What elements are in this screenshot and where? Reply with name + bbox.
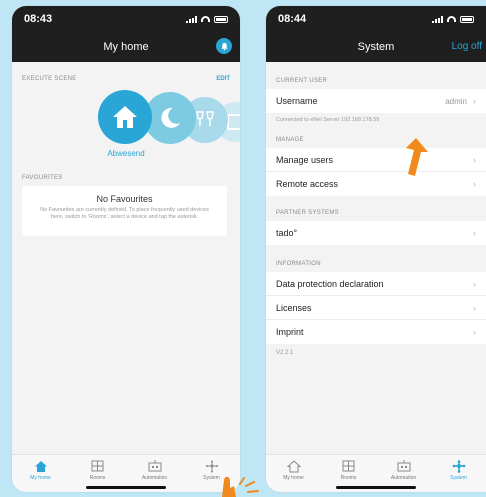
tab-bar: My home Rooms Automation System: [266, 454, 486, 492]
row-label: Licenses: [276, 302, 312, 313]
chevron-right-icon: ›: [473, 228, 476, 238]
status-icons: [432, 15, 474, 23]
my-home-content: EXECUTE SCENE EDIT Abwesend FAVOURITES N…: [12, 62, 240, 452]
tab-label: Automation: [141, 475, 168, 481]
system-tab-icon: [452, 459, 465, 473]
rooms-tab-icon: [91, 460, 104, 472]
tab-my-home[interactable]: My home: [15, 459, 67, 481]
chevron-right-icon: ›: [473, 302, 476, 313]
edit-link[interactable]: EDIT: [216, 76, 230, 82]
page-title: My home: [103, 41, 149, 53]
username-row[interactable]: Username admin ›: [266, 89, 486, 113]
home-tab-icon: [34, 460, 47, 472]
row-label: Remote access: [276, 179, 339, 189]
status-bar: 08:44: [266, 6, 486, 32]
manage-group: Manage users › Remote access ›: [266, 148, 486, 196]
status-icons: [186, 15, 228, 23]
signal-icon: [186, 15, 197, 23]
tab-label: My home: [283, 475, 304, 481]
scene-icon: [227, 114, 240, 130]
page-title: System: [357, 41, 395, 53]
cheers-icon: [196, 111, 214, 126]
home-indicator: [86, 486, 166, 489]
wifi-icon: [201, 16, 210, 22]
tab-label: Rooms: [89, 475, 106, 481]
manage-label: MANAGE: [276, 137, 304, 143]
no-favourites-title: No Favourites: [96, 194, 153, 204]
favourites-card: No Favourites No Favourites are currentl…: [22, 186, 227, 236]
automation-tab-icon: [397, 460, 410, 472]
tab-label: System: [450, 475, 467, 481]
execute-scene-label: EXECUTE SCENE: [22, 76, 77, 82]
current-user-group: Username admin ›: [266, 89, 486, 113]
annotation-arrow-icon: [406, 138, 428, 176]
log-off-button[interactable]: Log off: [452, 41, 482, 52]
favourites-label: FAVOURITES: [22, 175, 63, 181]
data-protection-row[interactable]: Data protection declaration ›: [266, 272, 486, 296]
remote-access-row[interactable]: Remote access ›: [266, 172, 486, 196]
imprint-row[interactable]: Imprint ›: [266, 320, 486, 344]
app-version: V2.2.1: [276, 350, 294, 356]
information-label: INFORMATION: [276, 261, 321, 267]
phone-my-home: 08:43 My home EXECUTE SCENE EDIT Abwesen…: [12, 6, 240, 492]
tado-row[interactable]: tado° ›: [266, 221, 486, 245]
no-favourites-text: No Favourites are currently defined. To …: [40, 207, 209, 220]
tab-rooms[interactable]: Rooms: [323, 459, 375, 481]
status-time: 08:43: [24, 13, 53, 25]
tab-bar: My home Rooms Automation System: [12, 454, 240, 492]
screenshot-stage: 08:43 My home EXECUTE SCENE EDIT Abwesen…: [0, 0, 486, 497]
tab-automation[interactable]: Automation: [129, 459, 181, 481]
tab-system[interactable]: System: [433, 459, 485, 481]
system-tab-icon: [205, 460, 218, 472]
battery-icon: [214, 15, 228, 23]
tab-automation[interactable]: Automation: [378, 459, 430, 481]
phone-system: 08:44 System Log off CURRENT USER Userna…: [266, 6, 486, 492]
username-label: Username: [276, 96, 318, 106]
row-label: Data protection declaration: [276, 278, 384, 289]
chevron-right-icon: ›: [473, 96, 476, 106]
manage-users-row[interactable]: Manage users ›: [266, 148, 486, 172]
signal-icon: [432, 15, 443, 23]
home-indicator: [336, 486, 416, 489]
status-time: 08:44: [278, 13, 307, 25]
current-user-label: CURRENT USER: [276, 78, 328, 84]
nav-bar: My home: [12, 32, 240, 62]
tab-label: My home: [30, 475, 51, 481]
scene-abwesend-tile[interactable]: [98, 90, 152, 144]
connected-server-text: Connected to eNet Server 192.168.178.59: [276, 117, 380, 123]
username-value: admin: [445, 96, 467, 106]
chevron-right-icon: ›: [473, 179, 476, 189]
house-icon: [113, 106, 137, 128]
system-content: CURRENT USER Username admin › Connected t…: [266, 62, 486, 362]
chevron-right-icon: ›: [473, 327, 476, 337]
moon-icon: [161, 107, 180, 128]
status-bar: 08:43: [12, 6, 240, 32]
automation-tab-icon: [148, 460, 161, 472]
chevron-right-icon: ›: [473, 278, 476, 289]
wifi-icon: [447, 16, 456, 22]
chevron-right-icon: ›: [473, 154, 476, 165]
partner-group: tado° ›: [266, 221, 486, 245]
tap-hand-icon: [222, 476, 259, 497]
nav-bar: System Log off: [266, 32, 486, 62]
battery-icon: [460, 15, 474, 23]
licenses-row[interactable]: Licenses ›: [266, 296, 486, 320]
row-label: Imprint: [276, 327, 304, 337]
row-label: tado°: [276, 228, 298, 238]
tab-rooms[interactable]: Rooms: [72, 459, 124, 481]
rooms-tab-icon: [342, 460, 355, 472]
tab-label: Automation: [390, 475, 417, 481]
notifications-bell-icon[interactable]: [216, 38, 232, 54]
tab-my-home[interactable]: My home: [268, 459, 320, 481]
row-label: Manage users: [276, 154, 334, 165]
information-group: Data protection declaration › Licenses ›…: [266, 272, 486, 344]
home-tab-icon: [286, 459, 301, 472]
tab-label: Rooms: [340, 475, 357, 481]
scene-name: Abwesend: [107, 149, 145, 158]
partner-systems-label: PARTNER SYSTEMS: [276, 210, 339, 216]
